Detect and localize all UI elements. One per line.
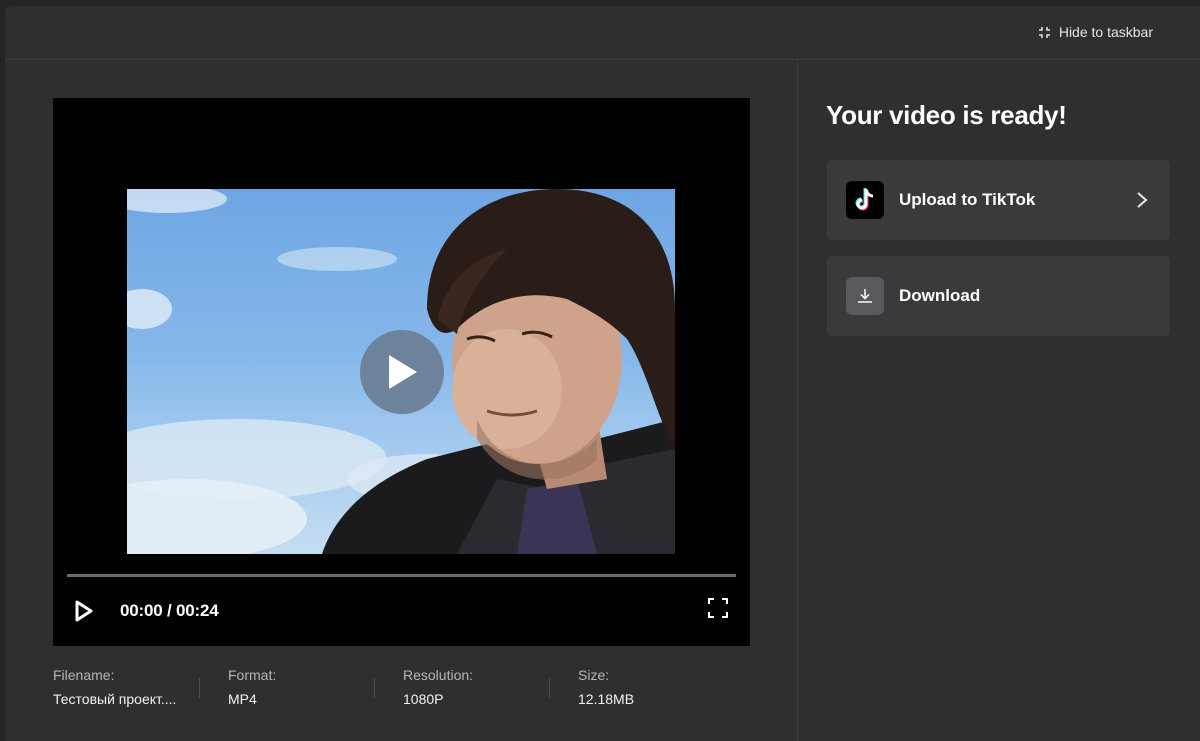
panel-divider <box>797 60 798 741</box>
resolution-label: Resolution: <box>403 667 474 683</box>
shrink-icon <box>1038 26 1050 38</box>
hide-to-taskbar-label: Hide to taskbar <box>1058 24 1153 40</box>
tiktok-icon <box>846 181 884 219</box>
format-value: MP4 <box>228 691 257 707</box>
big-play-button[interactable] <box>360 330 444 414</box>
format-label: Format: <box>228 667 277 683</box>
download-button[interactable]: Download <box>827 256 1170 336</box>
control-play-button[interactable] <box>73 599 95 623</box>
progress-bar[interactable] <box>67 574 736 577</box>
export-dialog: Hide to taskbar 00:00 / 00:24 Filename: … <box>5 6 1200 741</box>
time-display: 00:00 / 00:24 <box>120 601 219 620</box>
play-icon <box>389 355 417 389</box>
download-icon <box>846 277 884 315</box>
format-info: Format: MP4 <box>199 667 403 717</box>
size-value: 12.18MB <box>578 691 635 707</box>
chevron-right-icon <box>1137 192 1148 208</box>
dialog-header: Hide to taskbar <box>5 6 1200 60</box>
filename-label: Filename: <box>53 667 115 683</box>
download-label: Download <box>899 286 981 305</box>
size-label: Size: <box>578 667 610 683</box>
upload-tiktok-label: Upload to TikTok <box>899 190 1036 209</box>
resolution-value: 1080P <box>403 691 444 707</box>
hide-to-taskbar-button[interactable]: Hide to taskbar <box>1038 22 1153 42</box>
fullscreen-button[interactable] <box>708 598 728 618</box>
filename-value: Тестовый проект.... <box>53 691 177 707</box>
video-metadata: Filename: Тестовый проект.... Format: MP… <box>53 667 753 717</box>
size-info: Size: 12.18MB <box>549 667 753 717</box>
video-player[interactable]: 00:00 / 00:24 <box>53 98 750 646</box>
ready-title: Your video is ready! <box>826 100 1067 130</box>
filename-info: Filename: Тестовый проект.... <box>53 667 228 717</box>
upload-tiktok-button[interactable]: Upload to TikTok <box>827 160 1170 240</box>
resolution-info: Resolution: 1080P <box>374 667 578 717</box>
fullscreen-icon <box>708 598 728 618</box>
play-icon <box>75 600 93 622</box>
